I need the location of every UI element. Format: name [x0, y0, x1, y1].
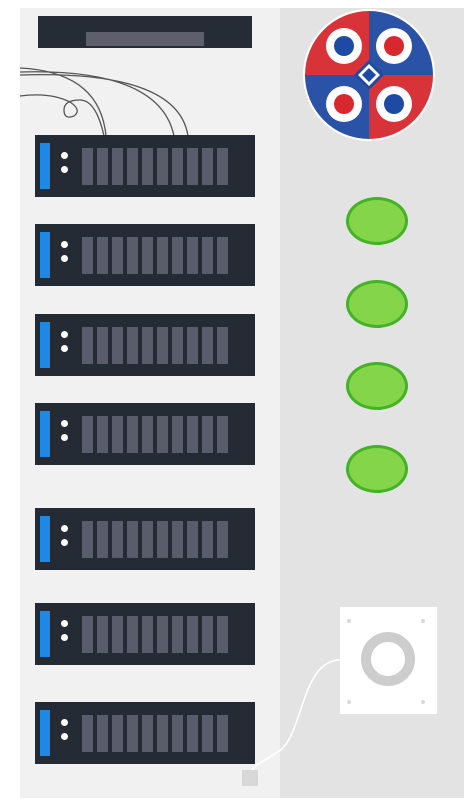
logo-icon	[303, 9, 435, 141]
